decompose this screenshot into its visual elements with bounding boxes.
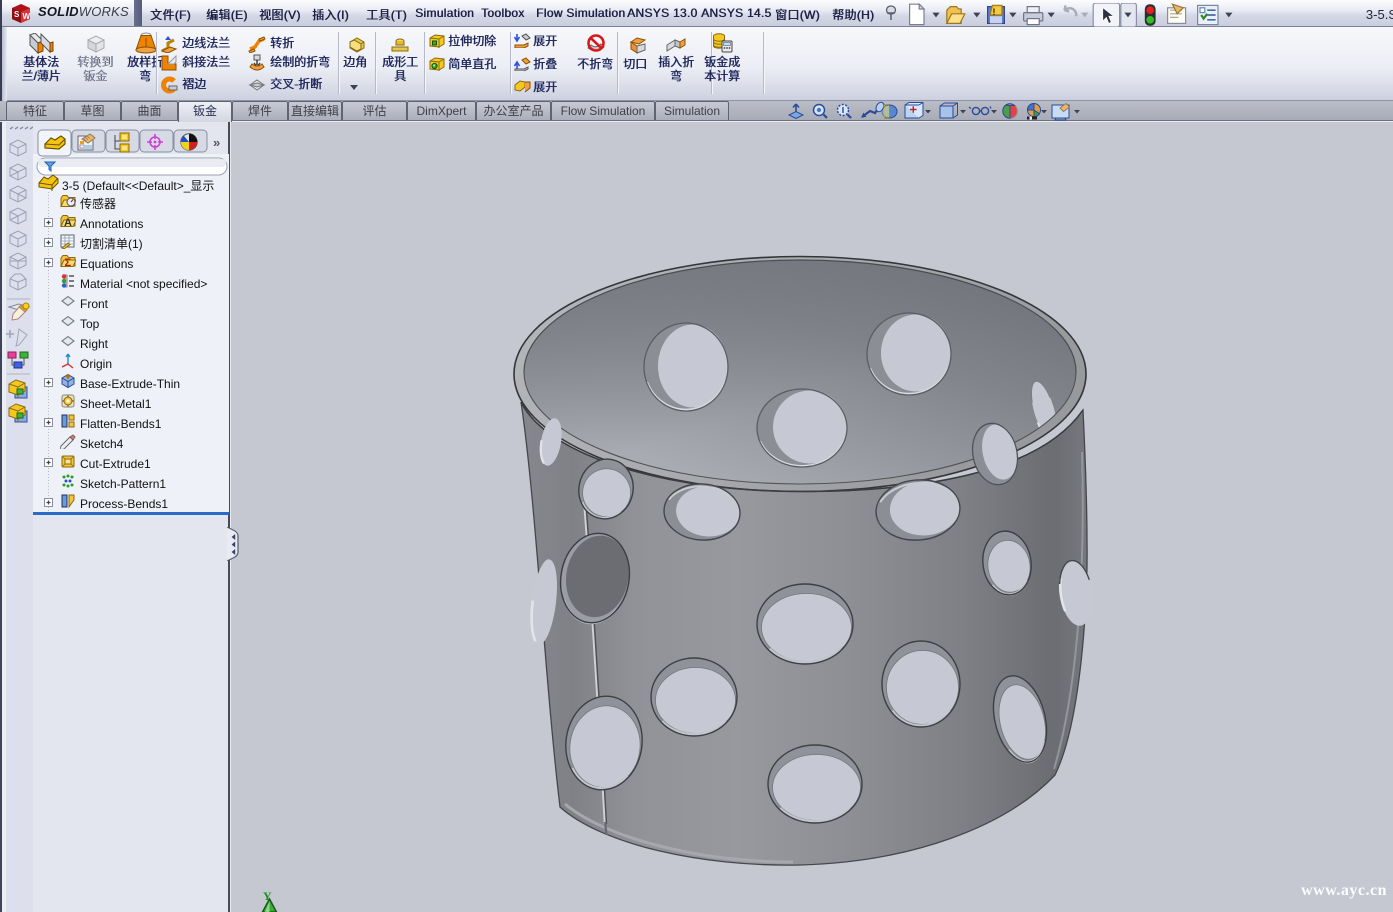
svg-text:A: A — [64, 217, 72, 229]
svg-text:Σ: Σ — [65, 257, 72, 269]
svg-text:S: S — [14, 10, 20, 19]
svg-text:!: ! — [992, 7, 995, 18]
svg-text:W: W — [23, 12, 31, 21]
